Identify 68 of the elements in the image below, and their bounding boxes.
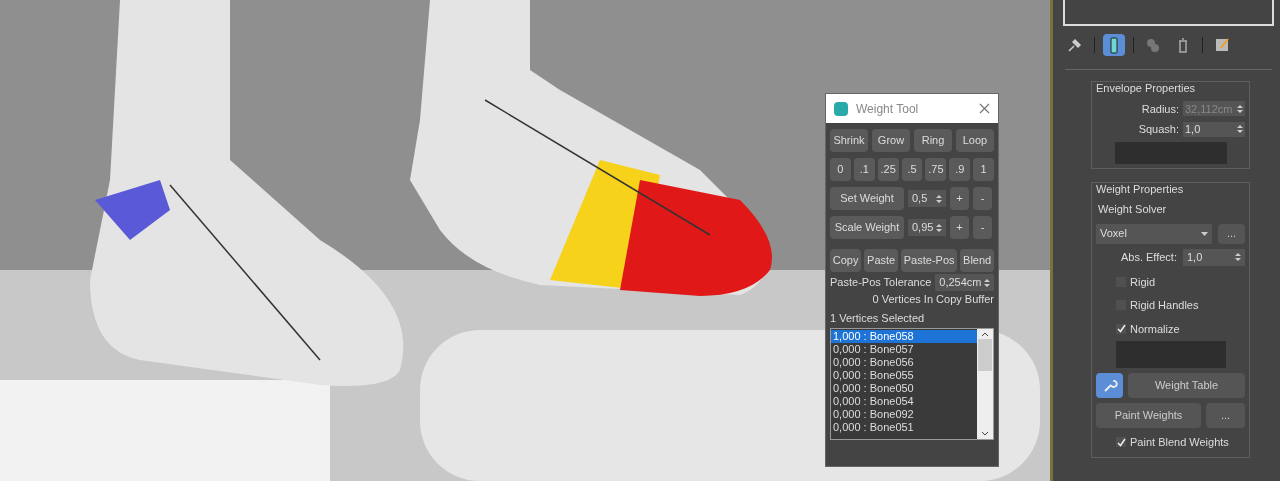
bone-list-item[interactable]: 0,000 : Bone055 [831, 369, 977, 382]
window-title: Weight Tool [856, 100, 919, 118]
tool-button[interactable]: 0 [830, 158, 851, 181]
tool-button[interactable]: .75 [925, 158, 947, 181]
tool-button[interactable]: Blend [960, 249, 995, 272]
spinner-arrows-icon[interactable] [936, 193, 942, 204]
bone-list-item[interactable]: 0,000 : Bone056 [831, 356, 977, 369]
field-label: Abs. Effect: [1120, 249, 1177, 265]
bone-list-item[interactable]: 1,000 : Bone058 [831, 330, 977, 343]
spinner-arrows-icon[interactable] [984, 277, 990, 288]
tolerance-label: Paste-Pos Tolerance [830, 275, 932, 291]
tool-button[interactable]: .1 [853, 158, 875, 181]
field-label: Radius: [1141, 101, 1179, 117]
copy-buffer-status: 0 Vertices In Copy Buffer [872, 292, 995, 307]
tool-button[interactable]: .5 [901, 158, 923, 181]
app-logo-icon [834, 101, 848, 116]
bone-list-item[interactable]: 0,000 : Bone057 [831, 343, 977, 356]
group-title: Envelope Properties [1096, 81, 1197, 96]
spinner-arrows-icon[interactable] [936, 222, 942, 233]
paint-options-button[interactable]: ... [1206, 403, 1245, 428]
tool-button[interactable]: + [950, 187, 969, 210]
wrench-button[interactable] [1096, 373, 1123, 398]
value-spinner[interactable]: 1,0 [1183, 248, 1245, 266]
spinner-arrows-icon[interactable] [1237, 124, 1243, 135]
checkbox[interactable] [1116, 323, 1126, 334]
bone-list-item[interactable]: 0,000 : Bone051 [831, 421, 977, 434]
group-title: Weight Properties [1096, 181, 1185, 197]
tool-button[interactable]: Shrink [830, 129, 868, 152]
weight-table-button[interactable]: Weight Table [1128, 373, 1245, 398]
weight-spinner[interactable]: 0,95 [908, 219, 946, 236]
scroll-down-icon[interactable] [981, 431, 989, 437]
bone-list-item[interactable]: 0,000 : Bone054 [831, 395, 977, 408]
selection-status: 1 Vertices Selected [829, 310, 926, 326]
scroll-up-icon[interactable] [981, 331, 989, 337]
tolerance-spinner[interactable]: 0,254cm [935, 274, 994, 291]
caret-icon [1201, 231, 1208, 236]
solver-dropdown[interactable]: Voxel [1096, 223, 1212, 244]
checkbox[interactable] [1116, 437, 1126, 448]
tool-button[interactable]: Grow [872, 129, 910, 152]
tool-button[interactable]: Ring [914, 129, 952, 152]
tool-button[interactable]: - [973, 187, 992, 210]
tool-button[interactable]: Paste [864, 249, 898, 272]
value-spinner[interactable]: 1,0 [1183, 121, 1245, 137]
tool-button[interactable]: 1 [973, 158, 994, 181]
checkbox-label: Normalize [1130, 321, 1180, 337]
tool-button[interactable]: - [973, 216, 992, 239]
weight-spinner[interactable]: 0,5 [908, 190, 946, 207]
tool-button[interactable]: Scale Weight [830, 216, 904, 239]
tool-button[interactable]: Copy [830, 249, 862, 272]
bone-list-item[interactable]: 0,000 : Bone092 [831, 408, 977, 421]
spinner-arrows-icon[interactable] [1235, 252, 1241, 262]
tool-button[interactable]: Loop [956, 129, 994, 152]
bone-list-item[interactable]: 0,000 : Bone050 [831, 382, 977, 395]
solver-options-button[interactable]: ... [1218, 223, 1245, 244]
scrollbar[interactable] [977, 329, 993, 439]
close-icon[interactable] [979, 103, 990, 114]
tool-button[interactable]: Set Weight [830, 187, 904, 210]
tool-button[interactable]: .9 [949, 158, 971, 181]
tool-button[interactable]: + [950, 216, 969, 239]
tool-button[interactable]: .25 [877, 158, 899, 181]
paint-weights-button[interactable]: Paint Weights [1096, 403, 1201, 428]
checkbox-label: Rigid Handles [1130, 298, 1199, 313]
tool-button[interactable]: Paste-Pos [901, 249, 958, 272]
field-label: Squash: [1138, 122, 1179, 137]
checkbox-label: Rigid [1130, 274, 1156, 290]
solver-label: Weight Solver [1098, 202, 1168, 217]
stack-tool-icon[interactable] [1103, 34, 1125, 56]
checkbox-label: Paint Blend Weights [1130, 435, 1229, 450]
